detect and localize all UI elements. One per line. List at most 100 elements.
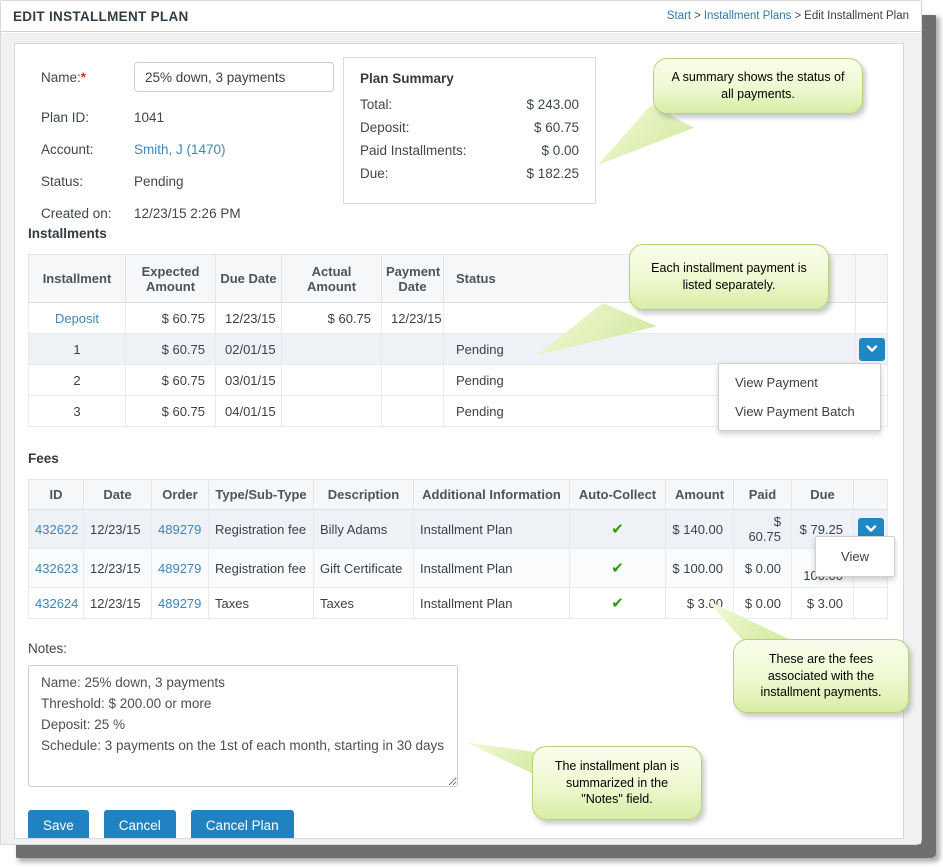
fees-header-6: Auto-Collect	[570, 480, 666, 510]
fees-header-3: Type/Sub-Type	[209, 480, 314, 510]
fees-cell: 12/23/15	[84, 510, 152, 549]
installments-header-3: Actual Amount	[282, 255, 382, 303]
fees-cell: 432624	[29, 588, 84, 619]
installments-cell: $ 60.75	[126, 334, 216, 365]
installments-cell: 1	[29, 334, 126, 365]
breadcrumb-separator: >	[794, 10, 801, 22]
installments-cell: 12/23/15	[216, 303, 282, 334]
callout-fees: These are the fees associated with the i…	[733, 639, 909, 713]
breadcrumb-separator: >	[694, 10, 701, 22]
installments-cell: Deposit	[29, 303, 126, 334]
callout-notes: The installment plan is summarized in th…	[532, 746, 702, 820]
fees-cell-link[interactable]: 489279	[158, 596, 201, 611]
status-value: Pending	[134, 172, 184, 191]
summary-paid-label: Paid Installments:	[360, 143, 467, 158]
installments-cell: $ 60.75	[126, 396, 216, 427]
status-label: Status:	[41, 172, 134, 191]
notes-textarea[interactable]: Name: 25% down, 3 payments Threshold: $ …	[28, 665, 458, 787]
fees-table: IDDateOrderType/Sub-TypeDescriptionAddit…	[28, 479, 888, 619]
summary-deposit-row: Deposit: $ 60.75	[360, 120, 579, 135]
fees-row-2[interactable]: 43262412/23/15489279TaxesTaxesInstallmen…	[29, 588, 888, 619]
fees-header-4: Description	[314, 480, 414, 510]
installments-action-cell	[856, 303, 888, 334]
fees-cell: 432622	[29, 510, 84, 549]
fees-cell-link[interactable]: 489279	[158, 561, 201, 576]
fees-cell-link[interactable]: 432622	[35, 522, 78, 537]
installments-cell	[382, 396, 444, 427]
check-icon: ✔	[611, 595, 624, 612]
plan-name-input[interactable]	[134, 62, 334, 92]
plan-id-row: Plan ID: 1041	[41, 108, 343, 127]
installments-cell-link[interactable]: Deposit	[55, 311, 99, 326]
installments-cell	[282, 396, 382, 427]
callout-plan-summary: A summary shows the status of all paymen…	[653, 58, 863, 114]
cancel-plan-button[interactable]: Cancel Plan	[191, 810, 294, 839]
fees-cell: 432623	[29, 549, 84, 588]
fees-header-1: Date	[84, 480, 152, 510]
fees-cell-link[interactable]: 432624	[35, 596, 78, 611]
fees-cell: Registration fee	[209, 510, 314, 549]
fees-row-1[interactable]: 43262312/23/15489279Registration feeGift…	[29, 549, 888, 588]
breadcrumb-current: Edit Installment Plan	[804, 10, 909, 22]
status-row: Status: Pending	[41, 172, 343, 191]
check-icon: ✔	[611, 521, 624, 538]
fees-header-10	[854, 480, 888, 510]
fees-header-9: Due	[792, 480, 854, 510]
check-icon: ✔	[611, 560, 624, 577]
save-button[interactable]: Save	[28, 810, 89, 839]
menu-item-view-payment[interactable]: View Payment	[719, 368, 880, 397]
fees-cell: $ 140.00	[666, 510, 734, 549]
account-label: Account:	[41, 140, 134, 159]
summary-paid-row: Paid Installments: $ 0.00	[360, 143, 579, 158]
fees-header-0: ID	[29, 480, 84, 510]
breadcrumb-start-link[interactable]: Start	[667, 10, 691, 22]
account-link[interactable]: Smith, J (1470)	[134, 142, 226, 157]
created-on-value: 12/23/15 2:26 PM	[134, 204, 241, 223]
fees-cell: Installment Plan	[414, 510, 570, 549]
fees-row-0[interactable]: 43262212/23/15489279Registration feeBill…	[29, 510, 888, 549]
fees-cell: $ 3.00	[792, 588, 854, 619]
fees-header-2: Order	[152, 480, 209, 510]
installments-header-0: Installment	[29, 255, 126, 303]
cancel-button[interactable]: Cancel	[104, 810, 176, 839]
name-field-row: Name:*	[41, 62, 343, 92]
menu-item-view-payment-batch[interactable]: View Payment Batch	[719, 397, 880, 426]
summary-due-value: $ 182.25	[526, 166, 579, 181]
main-panel: Name:* Plan ID: 1041 Account: Smith, J (…	[14, 43, 904, 839]
installments-cell: 12/23/15	[382, 303, 444, 334]
fees-cell: 12/23/15	[84, 588, 152, 619]
installments-header-4: Payment Date	[382, 255, 444, 303]
installments-cell: 03/01/15	[216, 365, 282, 396]
fees-cell: Registration fee	[209, 549, 314, 588]
installments-cell	[382, 334, 444, 365]
summary-due-row: Due: $ 182.25	[360, 166, 579, 181]
fees-header-7: Amount	[666, 480, 734, 510]
account-row: Account: Smith, J (1470)	[41, 140, 343, 159]
callout-installments: Each installment payment is listed separ…	[629, 244, 829, 310]
summary-due-label: Due:	[360, 166, 389, 181]
fees-cell-link[interactable]: 432623	[35, 561, 78, 576]
fees-cell: ✔	[570, 549, 666, 588]
fees-cell-link[interactable]: 489279	[158, 522, 201, 537]
fees-cell: $ 0.00	[734, 588, 792, 619]
installments-row-menu-button[interactable]	[859, 338, 885, 361]
fees-cell: Taxes	[314, 588, 414, 619]
fees-header-8: Paid	[734, 480, 792, 510]
summary-total-value: $ 243.00	[526, 97, 579, 112]
summary-paid-value: $ 0.00	[541, 143, 579, 158]
fees-heading: Fees	[28, 451, 891, 471]
fees-cell: $ 0.00	[734, 549, 792, 588]
fees-cell: 489279	[152, 510, 209, 549]
installments-cell: $ 60.75	[282, 303, 382, 334]
breadcrumb-installment-plans-link[interactable]: Installment Plans	[704, 10, 792, 22]
menu-item-view[interactable]: View	[816, 541, 894, 572]
plan-summary-box: Plan Summary Total: $ 243.00 Deposit: $ …	[343, 57, 596, 204]
breadcrumb: Start>Installment Plans>Edit Installment…	[667, 10, 909, 22]
created-on-row: Created on: 12/23/15 2:26 PM	[41, 204, 343, 223]
fees-cell: Installment Plan	[414, 588, 570, 619]
installments-header-1: Expected Amount	[126, 255, 216, 303]
plan-id-label: Plan ID:	[41, 108, 134, 127]
plan-id-value: 1041	[134, 108, 164, 127]
installments-row-1[interactable]: 1$ 60.7502/01/15Pending	[29, 334, 888, 365]
summary-total-row: Total: $ 243.00	[360, 97, 579, 112]
